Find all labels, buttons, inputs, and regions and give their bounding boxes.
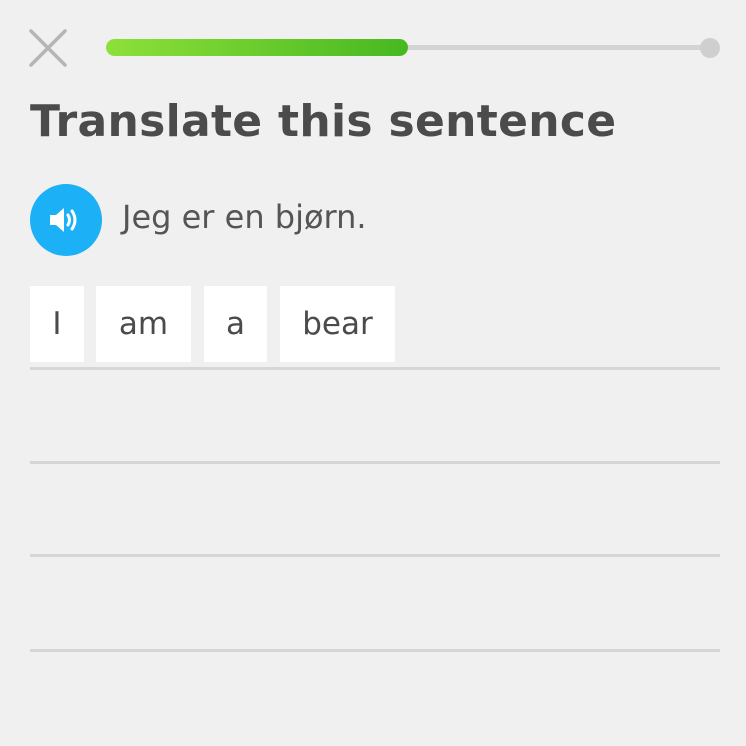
play-audio-button[interactable]	[30, 184, 102, 256]
word-tile-a[interactable]: a	[204, 286, 267, 362]
close-icon	[29, 29, 67, 67]
progress-end-dot	[700, 38, 720, 58]
speaker-icon	[50, 208, 77, 232]
progress-fill	[106, 39, 408, 56]
answer-line	[30, 367, 720, 370]
word-tile-am[interactable]: am	[96, 286, 191, 362]
close-button[interactable]	[28, 28, 68, 68]
page-title: Translate this sentence	[30, 96, 617, 147]
word-tile-i[interactable]: I	[30, 286, 84, 362]
word-tile-bear[interactable]: bear	[280, 286, 395, 362]
answer-line	[30, 461, 720, 464]
prompt-sentence: Jeg er en bjørn.	[122, 198, 367, 236]
answer-line	[30, 649, 720, 652]
answer-line	[30, 554, 720, 557]
